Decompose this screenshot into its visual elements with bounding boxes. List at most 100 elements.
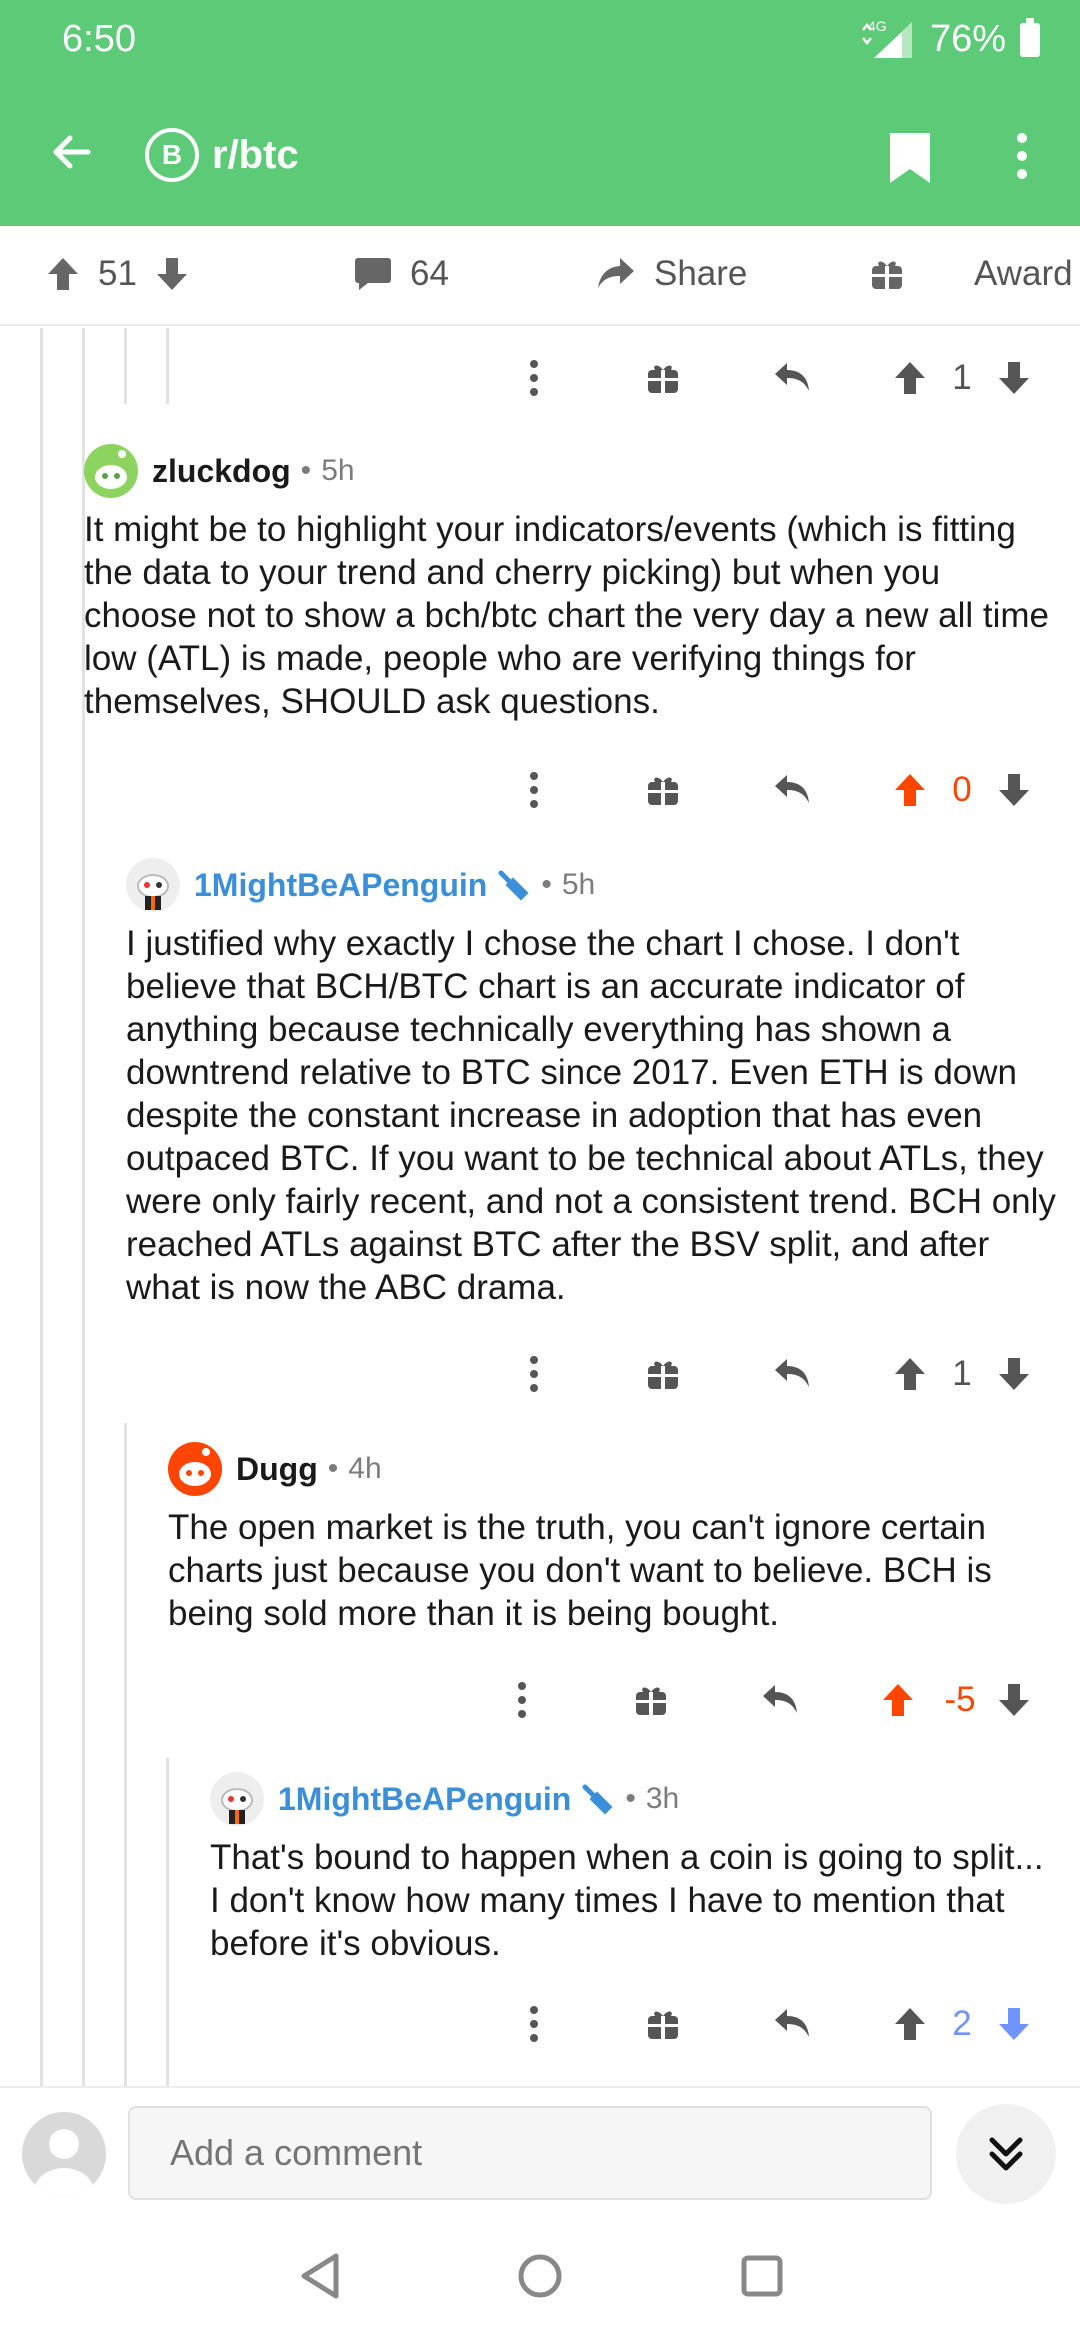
comment-upvote-button[interactable] [890,760,930,820]
upvote-icon [895,2008,925,2040]
comment-time: 5h [561,868,596,901]
comment-more-button[interactable] [512,348,556,408]
comment-header: 1MightBeAPenguin • 5h [126,858,1056,912]
collapse-thread-button[interactable] [956,2104,1056,2204]
thread-line[interactable] [124,328,127,404]
gift-icon [648,2011,678,2039]
snoo-avatar-icon [95,450,127,489]
comment-reply-button[interactable] [765,1344,821,1404]
more-vertical-icon [530,1356,538,1392]
share-label: Share [654,254,748,293]
status-time: 6:50 [62,18,136,60]
save-post-button[interactable] [880,126,940,190]
post-action-bar: 51 64 Share Award [0,226,1080,326]
nav-back-button[interactable] [290,2246,350,2306]
comment-upvote-button[interactable] [890,348,930,408]
comment-award-button[interactable] [638,1344,688,1404]
downvote-icon [999,2008,1029,2040]
current-user-avatar[interactable] [22,2112,106,2196]
reply-arrow-icon [775,2009,809,2037]
award-button[interactable]: Award [870,254,1073,294]
comment-reply-button[interactable] [765,348,821,408]
comment-reply-button[interactable] [765,1994,821,2054]
comment-downvote-button[interactable] [994,348,1034,408]
downvote-icon [999,774,1029,806]
comment-action-row: 0 [512,760,1052,820]
more-vertical-icon [518,1682,526,1718]
comment-time: 3h [645,1782,680,1815]
reply-arrow-icon [763,1685,797,1713]
comment-downvote-button[interactable] [994,1344,1034,1404]
gift-icon [872,261,902,289]
thread-line[interactable] [166,1758,169,2086]
comment-award-button[interactable] [626,1670,676,1730]
upvote-icon[interactable] [46,256,80,292]
reply-arrow-icon [775,1359,809,1387]
comment-more-button[interactable] [500,1670,544,1730]
comment-author[interactable]: 1MightBeAPenguin [194,867,487,904]
status-bar: 6:50 4G 76% [0,0,1080,80]
post-vote-group: 51 [46,254,189,294]
comment-bubble-icon [355,258,391,290]
comment-upvote-button[interactable] [890,1344,930,1404]
add-comment-input[interactable] [128,2106,932,2200]
award-label: Award [974,254,1073,293]
comment-reply-button[interactable] [753,1670,809,1730]
signal-icon: 4G [860,18,916,60]
comment: 1MightBeAPenguin • 3h That's bound to ha… [210,1772,1060,1965]
comment-action-row: 1 [512,1344,1052,1404]
gift-icon [648,1361,678,1389]
comment-body: The open market is the truth, you can't … [168,1508,992,1633]
back-button[interactable] [42,122,102,182]
subreddit-icon[interactable]: B [145,128,199,182]
comment: Dugg • 4h The open market is the truth, … [168,1442,1058,1635]
comment-author[interactable]: zluckdog [152,453,291,490]
comment-downvote-button[interactable] [994,1994,1034,2054]
comment-score: 1 [952,358,972,397]
square-recents-icon [741,2255,783,2297]
subreddit-name[interactable]: r/btc [212,128,299,182]
user-avatar[interactable] [126,858,180,912]
more-options-button[interactable] [1000,124,1044,188]
comment-downvote-button[interactable] [994,760,1034,820]
nav-recents-button[interactable] [732,2246,792,2306]
comment-author[interactable]: 1MightBeAPenguin [278,1781,571,1818]
upvote-icon [883,1684,913,1716]
thread-line[interactable] [124,1423,127,2086]
comment-award-button[interactable] [638,760,688,820]
downvote-icon [999,1358,1029,1390]
snoo-avatar-icon [137,874,169,910]
comment-body: That's bound to happen when a coin is go… [210,1838,1044,1963]
comment-award-button[interactable] [638,348,688,408]
downvote-icon[interactable] [155,256,189,292]
comments-count-button[interactable]: 64 [354,254,449,294]
comment-action-row: -5 [500,1670,1052,1730]
status-icons: 4G 76% [860,17,1040,61]
user-avatar[interactable] [168,1442,222,1496]
triangle-back-icon [301,2253,339,2299]
comment-reply-button[interactable] [765,760,821,820]
comment-composer [0,2086,1080,2216]
circle-home-icon [518,2254,562,2298]
comment-award-button[interactable] [638,1994,688,2054]
user-avatar[interactable] [84,444,138,498]
share-button[interactable]: Share [596,254,747,294]
comment-author[interactable]: Dugg [236,1451,318,1488]
comment-more-button[interactable] [512,1994,556,2054]
comment-more-button[interactable] [512,760,556,820]
battery-icon [1020,17,1040,57]
separator-dot: • [541,868,552,901]
comment-downvote-button[interactable] [994,1670,1034,1730]
comment-more-button[interactable] [512,1344,556,1404]
more-vertical-icon [530,2006,538,2042]
user-avatar[interactable] [210,1772,264,1826]
comment-score: -5 [944,1680,976,1719]
thread-line[interactable] [40,328,43,2086]
comment-upvote-button[interactable] [878,1670,918,1730]
comment-header: 1MightBeAPenguin • 3h [210,1772,1060,1826]
separator-dot: • [327,1452,339,1485]
comment-upvote-button[interactable] [890,1994,930,2054]
thread-line[interactable] [166,328,169,404]
nav-home-button[interactable] [510,2246,570,2306]
comment-thread[interactable]: 1 zluckdog • 5h It might be to highlight… [0,328,1080,2086]
